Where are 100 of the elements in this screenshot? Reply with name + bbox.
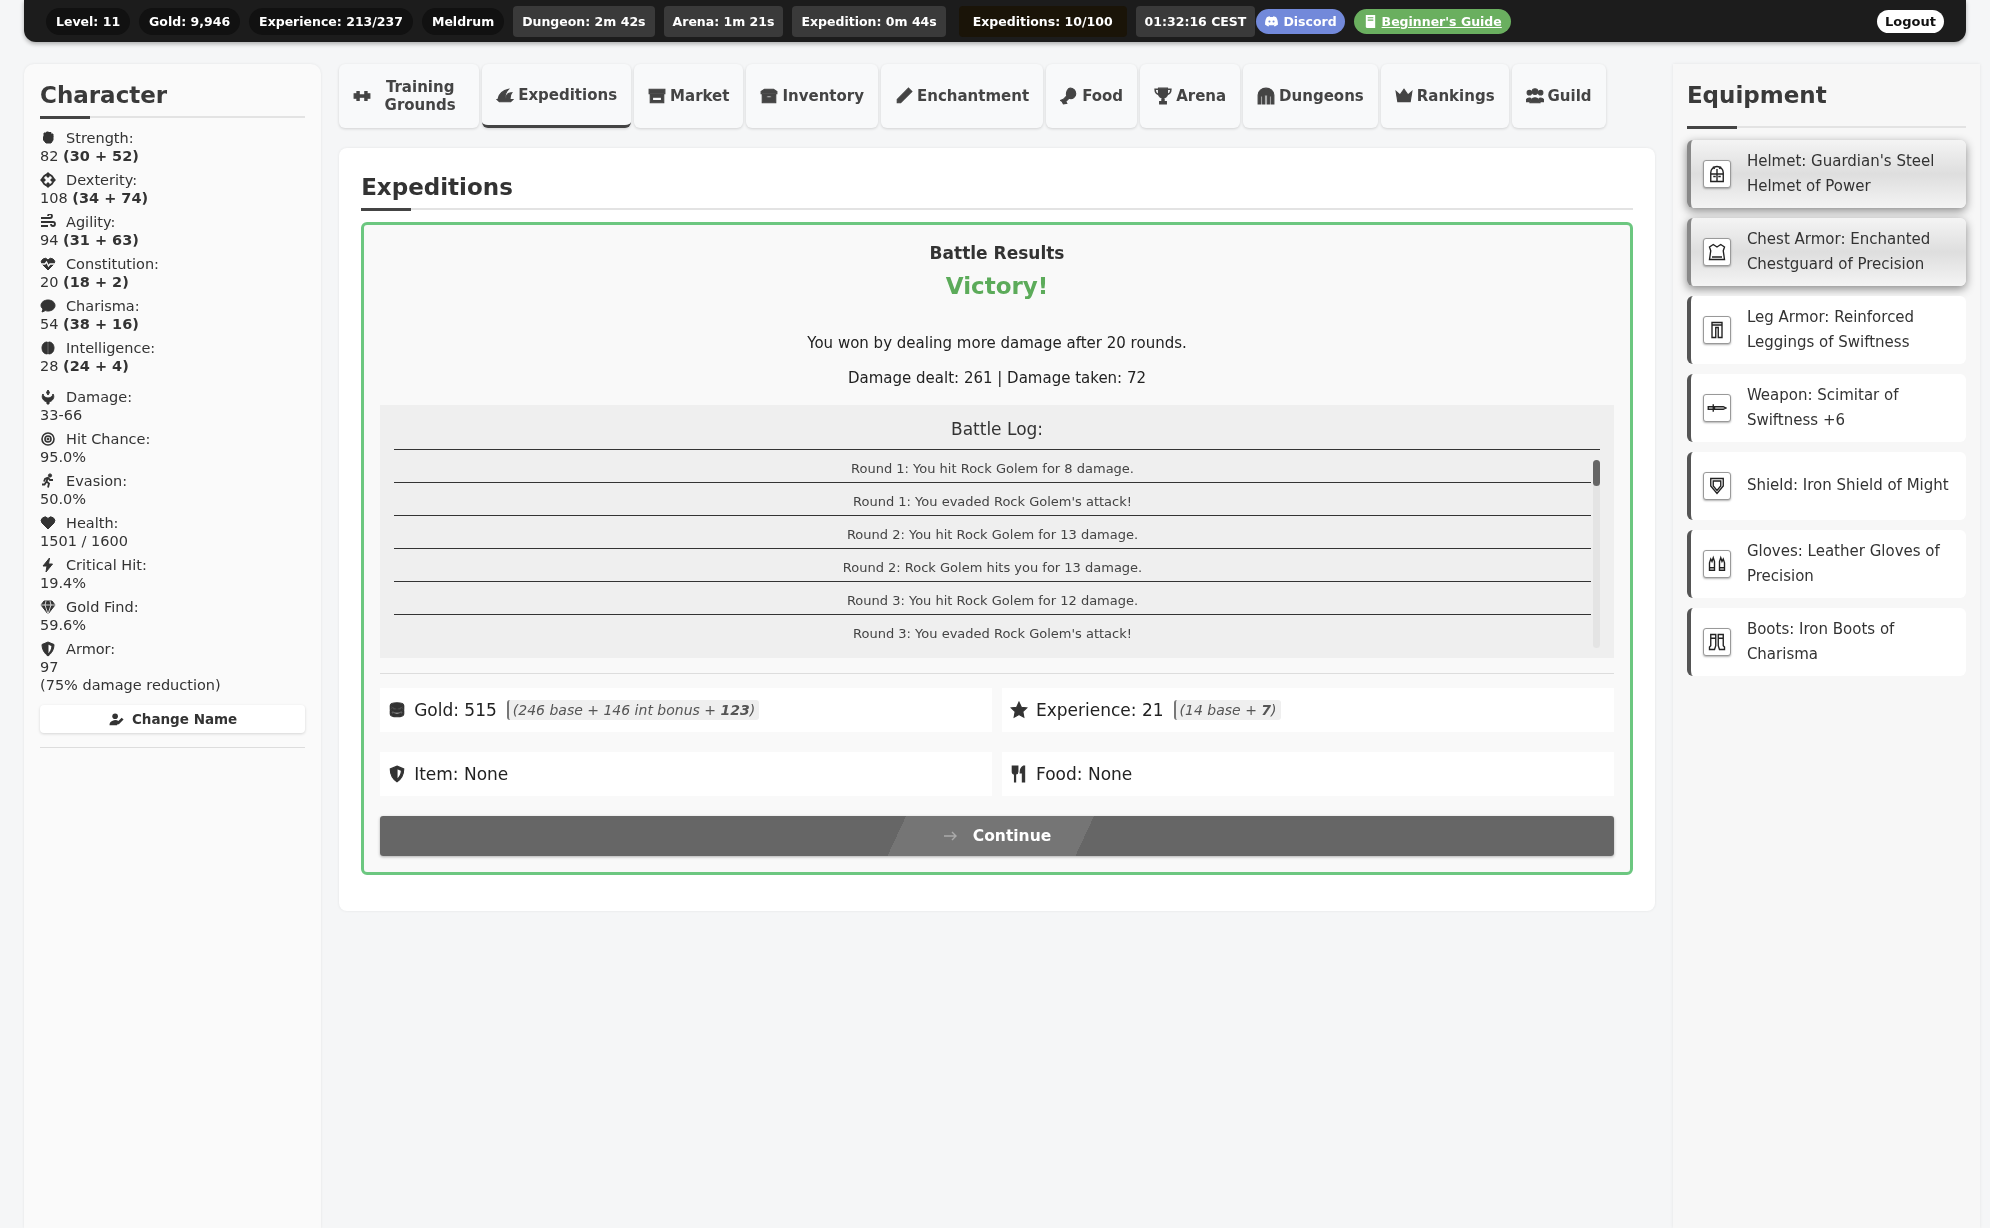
stat-value: 95.0%	[40, 449, 88, 465]
stat-value: 82 (30 + 52)	[40, 148, 140, 164]
star-icon	[1010, 701, 1028, 719]
stat-value: 94 (31 + 63)	[40, 232, 140, 248]
tab-icon	[648, 87, 667, 105]
stat-icon	[40, 172, 56, 188]
stat-icon	[40, 431, 56, 447]
stat-label: Strength:	[66, 130, 134, 146]
status-pill: Experience: 213/237	[249, 7, 413, 35]
panel-title: Character	[40, 82, 169, 108]
stat-icon	[40, 130, 56, 146]
timer-badge: Dungeon: 2m 42s	[513, 5, 655, 37]
nav-tab[interactable]: Expeditions	[482, 64, 632, 128]
equipment-item[interactable]: Boots: Iron Boots of Charisma	[1686, 608, 1966, 676]
stat-value: 33-66	[40, 407, 84, 423]
section-title: Expeditions	[361, 174, 514, 200]
stat-value: 1501 / 1600	[40, 533, 129, 549]
stat-icon	[40, 389, 56, 405]
nav-tab[interactable]: Rankings	[1380, 64, 1509, 128]
reward-text: Gold: 515	[414, 700, 497, 720]
discord-icon	[1264, 13, 1280, 29]
log-entry: Round 2: Rock Golem hits you for 13 damage.	[394, 549, 1591, 582]
stat-label: Constitution:	[66, 256, 159, 272]
reward-detail: (14 base + 7)	[1173, 700, 1281, 720]
nav-tab[interactable]: Arena	[1140, 64, 1241, 128]
reward-text: Food: None	[1036, 764, 1133, 784]
stat-label: Health:	[66, 515, 119, 531]
equipment-item[interactable]: Helmet: Guardian's Steel Helmet of Power	[1686, 140, 1966, 208]
stat-icon	[40, 214, 56, 230]
shield-icon	[388, 765, 407, 783]
nav-tab[interactable]: Inventory	[746, 64, 878, 128]
nav-tab[interactable]: Food	[1046, 64, 1138, 128]
equipment-item[interactable]: Weapon: Scimitar of Swiftness +6	[1686, 374, 1966, 442]
user-edit-icon	[107, 711, 126, 727]
tab-icon	[1154, 87, 1173, 105]
tab-icon	[1394, 87, 1413, 105]
continue-button[interactable]: Continue	[380, 816, 1614, 856]
stat-value: 28 (24 + 4)	[40, 358, 130, 374]
stat-label: Dexterity:	[66, 172, 138, 188]
log-entry: Round 1: You evaded Rock Golem's attack!	[394, 483, 1591, 516]
stat-icon	[40, 473, 56, 489]
logout-button[interactable]: Logout	[1877, 9, 1944, 33]
stat-icon	[40, 298, 56, 314]
log-entry: Round 3: You hit Rock Golem for 12 damage.	[394, 582, 1591, 615]
stat-value: 59.6%	[40, 617, 88, 633]
scrollbar[interactable]	[1592, 460, 1600, 648]
stat-value: 20 (18 + 2)	[40, 274, 130, 290]
stat-value: 54 (38 + 16)	[40, 316, 140, 332]
summary-text: You won by dealing more damage after 20 rounds.	[806, 334, 1188, 352]
stat-value: 50.0%	[40, 491, 88, 507]
stat-icon	[40, 515, 56, 531]
equipment-item[interactable]: Gloves: Leather Gloves of Precision	[1686, 530, 1966, 598]
damage-text: Damage dealt: 261 | Damage taken: 72	[847, 369, 1148, 387]
nav-tab[interactable]: Dungeons	[1243, 64, 1378, 128]
tab-icon	[1257, 87, 1276, 105]
nav-tab[interactable]: Market	[634, 64, 744, 128]
outcome-text: Victory!	[944, 273, 1050, 299]
coins-icon	[388, 701, 407, 719]
nav-tab[interactable]: Training Grounds	[339, 64, 480, 128]
reward-text: Item: None	[414, 764, 509, 784]
status-pill: Meldrum	[421, 7, 505, 35]
stat-label: Damage:	[66, 389, 133, 405]
counter-badge: Expeditions: 10/100	[958, 5, 1127, 37]
stat-label: Evasion:	[66, 473, 128, 489]
stat-label: Armor:	[66, 641, 116, 657]
log-entry: Round 1: You hit Rock Golem for 8 damage.	[394, 450, 1591, 483]
status-pill: Gold: 9,946	[139, 7, 241, 35]
stat-label: Hit Chance:	[66, 431, 151, 447]
log-entry: Round 3: You evaded Rock Golem's attack!	[852, 625, 1133, 643]
tab-icon	[760, 87, 779, 105]
stat-value: 108 (34 + 74)	[40, 190, 150, 206]
stat-label: Gold Find:	[66, 599, 139, 615]
nav-tab[interactable]: Guild	[1511, 64, 1606, 128]
reward-detail: (246 base + 146 int bonus + 123)	[506, 700, 760, 720]
stat-note: (75% damage reduction)	[40, 677, 222, 693]
stat-icon	[40, 340, 56, 356]
stat-value: 97	[40, 659, 60, 675]
tab-icon	[1060, 87, 1079, 105]
boots-icon	[1702, 628, 1731, 656]
helmet-icon	[1702, 160, 1731, 188]
log-title: Battle Log:	[394, 419, 1600, 450]
tab-icon	[496, 85, 515, 104]
stat-icon	[40, 256, 56, 272]
equipment-item[interactable]: Leg Armor: Reinforced Leggings of Swiftness	[1686, 296, 1966, 364]
stat-icon	[40, 599, 56, 615]
gloves-icon	[1702, 550, 1731, 578]
tab-icon	[1525, 87, 1544, 105]
log-entry: Round 2: You hit Rock Golem for 13 damage.	[394, 516, 1591, 549]
weapon-icon	[1702, 394, 1731, 422]
nav-tab[interactable]: Enchantment	[881, 64, 1044, 128]
stat-label: Charisma:	[66, 298, 140, 314]
change-name-button[interactable]: Change Name	[40, 705, 306, 733]
stat-icon	[40, 557, 56, 573]
equipment-item[interactable]: Chest Armor: Enchanted Chestguard of Precision	[1686, 218, 1966, 286]
timer-badge: 01:32:16 CEST	[1135, 5, 1256, 37]
timer-badge: Arena: 1m 21s	[663, 5, 784, 37]
chest-icon	[1702, 238, 1731, 266]
equipment-item[interactable]: Shield: Iron Shield of Might	[1686, 452, 1966, 520]
legs-icon	[1702, 316, 1731, 344]
stat-icon	[40, 641, 56, 657]
